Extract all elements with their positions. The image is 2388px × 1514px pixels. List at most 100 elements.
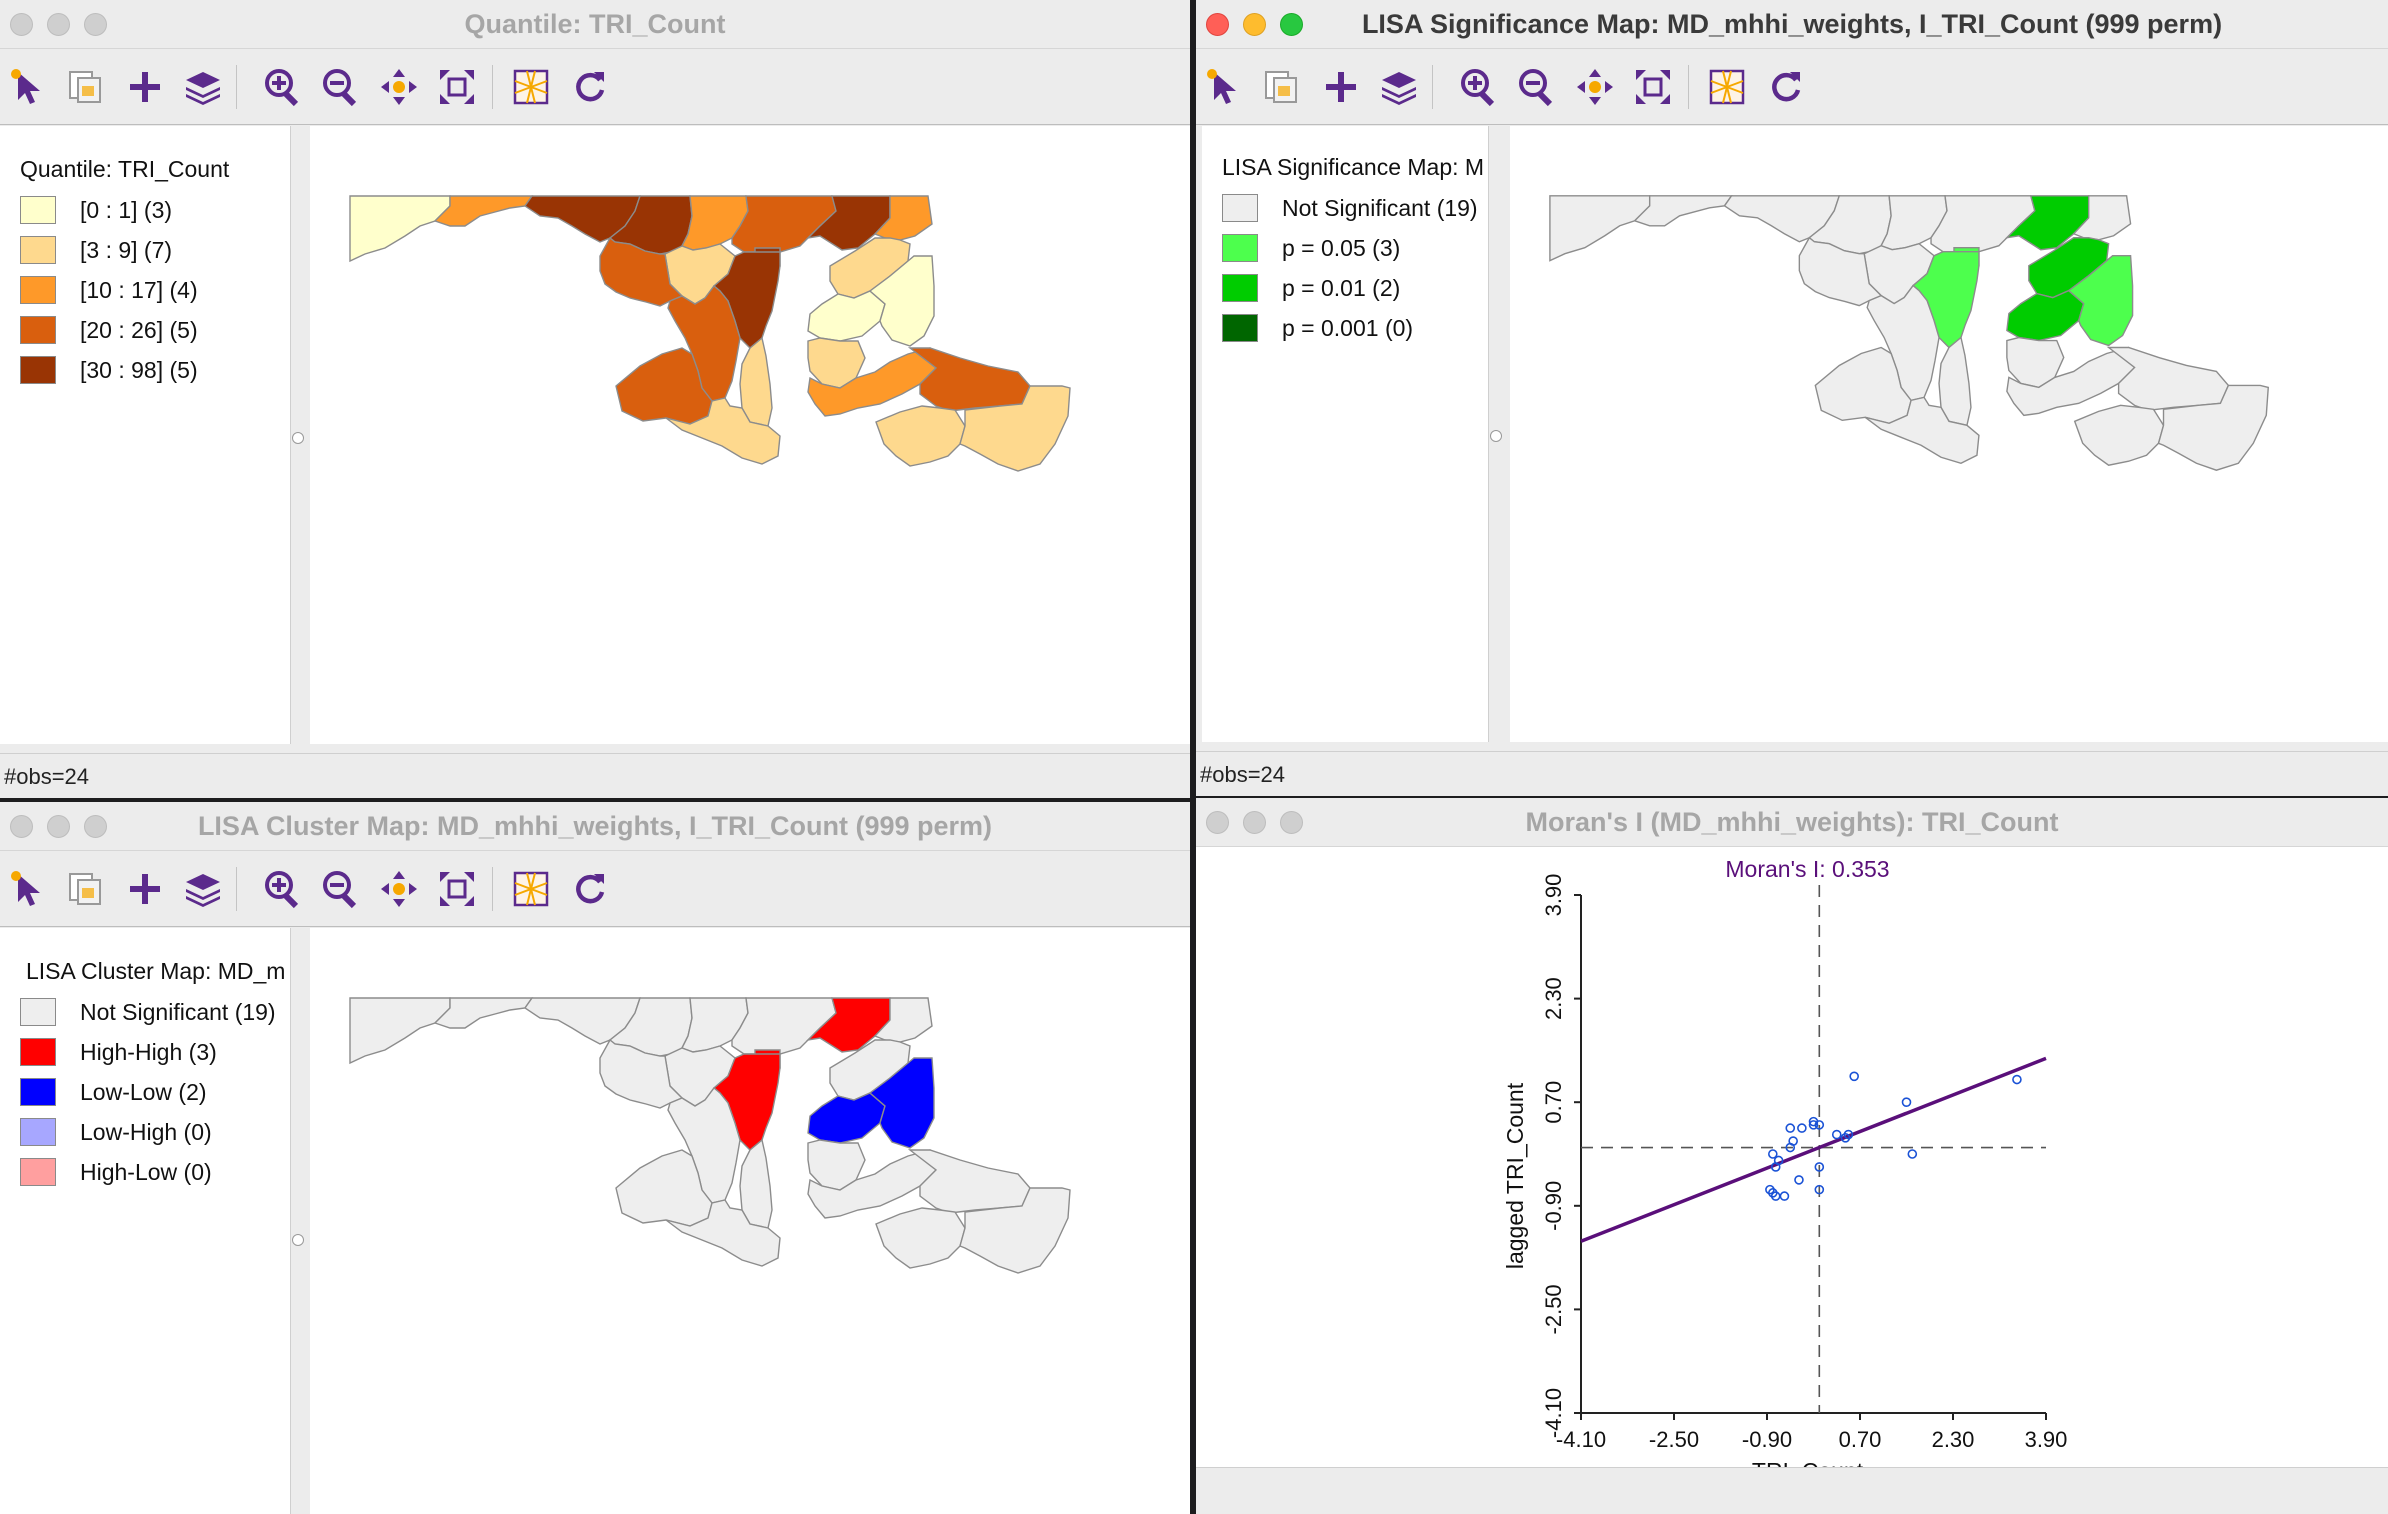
legend-swatch (20, 316, 56, 344)
county-baltimore[interactable] (731, 195, 837, 253)
data-point[interactable] (1797, 1123, 1807, 1133)
county-garrett[interactable] (1549, 195, 1651, 262)
map-legend[interactable]: LISA Cluster Map: MD_m Not Significant (… (0, 928, 291, 1514)
legend-title: Quantile: TRI_Count (20, 156, 230, 182)
zoom-in-icon[interactable] (1458, 66, 1500, 108)
y-axis-label: lagged TRI_Count (1502, 1082, 1528, 1269)
full-extent-icon[interactable] (1632, 66, 1674, 108)
county-garrett[interactable] (349, 997, 451, 1065)
data-point[interactable] (1779, 1191, 1790, 1201)
full-extent-icon[interactable] (436, 66, 478, 108)
full-extent-icon[interactable] (436, 868, 478, 910)
county-wicomico[interactable] (2106, 346, 2230, 412)
refresh-icon[interactable] (1764, 66, 1806, 108)
layers-icon[interactable] (1378, 66, 1420, 108)
data-point[interactable] (1901, 1097, 1912, 1107)
pan-icon[interactable] (378, 66, 420, 108)
county-garrett[interactable] (349, 195, 451, 263)
county-wicomico[interactable] (907, 347, 1031, 412)
refresh-icon[interactable] (568, 66, 610, 108)
county-allegany[interactable] (433, 195, 534, 227)
data-point[interactable] (1907, 1149, 1918, 1159)
legend-swatch (20, 1038, 56, 1066)
zoom-in-icon[interactable] (262, 868, 304, 910)
county-somerset[interactable] (875, 1207, 966, 1269)
county-map[interactable] (310, 126, 1190, 744)
select-icon[interactable] (8, 868, 50, 910)
status-bar: #obs=24 (0, 753, 1190, 798)
county-somerset[interactable] (2073, 404, 2165, 466)
county-map[interactable] (1510, 126, 2388, 742)
data-point[interactable] (1849, 1071, 1859, 1082)
map-legend[interactable]: LISA Significance Map: M Not Significant… (1202, 126, 1489, 742)
y-tick-label: 0.70 (1541, 1081, 1566, 1124)
data-point[interactable] (2012, 1074, 2022, 1085)
legend-swatch (1222, 274, 1258, 302)
add-icon[interactable] (124, 66, 166, 108)
scatter-canvas[interactable]: -4.10 -2.50 -0.90 0.70 2.30 3.90 -4.10 -2.50 -0.… (1196, 847, 2388, 1467)
legend-swatch (20, 1158, 56, 1186)
legend-label: High-Low (0) (80, 1159, 212, 1185)
county-allegany[interactable] (433, 997, 534, 1029)
y-tick-label: -2.50 (1541, 1284, 1566, 1334)
layers-icon[interactable] (182, 868, 224, 910)
select-icon[interactable] (1204, 66, 1246, 108)
window-title: Moran's I (MD_mhhi_weights): TRI_Count (1525, 807, 2059, 837)
quantile-titlebar[interactable]: Quantile: TRI_Count (0, 0, 1190, 49)
splitter-handle[interactable] (292, 1234, 304, 1246)
pan-icon[interactable] (378, 868, 420, 910)
selection-map-icon[interactable] (64, 868, 106, 910)
county-queen-annes[interactable] (807, 290, 886, 342)
significance-titlebar[interactable]: LISA Significance Map: MD_mhhi_weights, … (1196, 0, 2388, 49)
county-somerset[interactable] (875, 405, 966, 467)
add-icon[interactable] (1320, 66, 1362, 108)
map-toolbar (1196, 49, 2388, 125)
x-tick-label: 0.70 (1839, 1427, 1882, 1452)
select-icon[interactable] (8, 66, 50, 108)
basemap-icon[interactable] (1706, 66, 1748, 108)
zoom-in-icon[interactable] (262, 66, 304, 108)
pan-icon[interactable] (1574, 66, 1616, 108)
county-queen-annes[interactable] (2006, 289, 2085, 342)
county-allegany[interactable] (1633, 195, 1733, 227)
zoom-out-icon[interactable] (320, 66, 362, 108)
legend-label: p = 0.01 (2) (1282, 275, 1401, 301)
basemap-icon[interactable] (510, 868, 552, 910)
moran-scatter-plot[interactable]: -4.10 -2.50 -0.90 0.70 2.30 3.90-4.10-2.50-0.… (1196, 847, 2388, 1467)
legend-label: [3 : 9] (7) (80, 237, 173, 263)
basemap-icon[interactable] (510, 66, 552, 108)
selection-map-icon[interactable] (1260, 66, 1302, 108)
county-map[interactable] (310, 928, 1190, 1514)
cluster-titlebar[interactable]: LISA Cluster Map: MD_mhhi_weights, I_TRI… (0, 802, 1190, 851)
county-wicomico[interactable] (907, 1149, 1031, 1214)
county-baltimore[interactable] (1930, 195, 2036, 253)
x-tick-label: 2.30 (1932, 1427, 1975, 1452)
window-title: LISA Significance Map: MD_mhhi_weights, … (1361, 9, 2223, 39)
legend-label: p = 0.05 (3) (1282, 235, 1401, 261)
county-baltimore[interactable] (731, 997, 837, 1055)
add-icon[interactable] (124, 868, 166, 910)
map-canvas[interactable] (310, 928, 1190, 1514)
selection-map-icon[interactable] (64, 66, 106, 108)
y-tick-label: 2.30 (1541, 977, 1566, 1020)
map-canvas[interactable] (1510, 126, 2388, 742)
map-canvas[interactable] (310, 126, 1190, 744)
data-point[interactable] (1794, 1175, 1804, 1185)
data-point[interactable] (1831, 1129, 1842, 1140)
county-queen-annes[interactable] (807, 1092, 886, 1144)
significance-map-window: LISA Significance Map: MD_mhhi_weights, … (1196, 0, 2388, 796)
x-tick-label: -2.50 (1649, 1427, 1699, 1452)
refresh-icon[interactable] (568, 868, 610, 910)
legend-label: [30 : 98] (5) (80, 357, 198, 383)
data-point[interactable] (1785, 1123, 1796, 1133)
map-legend[interactable]: Quantile: TRI_Count [0 : 1] (3) [3 : 9] … (0, 126, 291, 744)
moran-titlebar[interactable]: Moran's I (MD_mhhi_weights): TRI_Count (1196, 798, 2388, 847)
zoom-out-icon[interactable] (320, 868, 362, 910)
layers-icon[interactable] (182, 66, 224, 108)
window-title: Quantile: TRI_Count (464, 9, 726, 39)
zoom-out-icon[interactable] (1516, 66, 1558, 108)
toolbar-separator (492, 65, 493, 109)
x-tick-label: -0.90 (1742, 1427, 1792, 1452)
splitter-handle[interactable] (1490, 430, 1502, 442)
splitter-handle[interactable] (292, 432, 304, 444)
